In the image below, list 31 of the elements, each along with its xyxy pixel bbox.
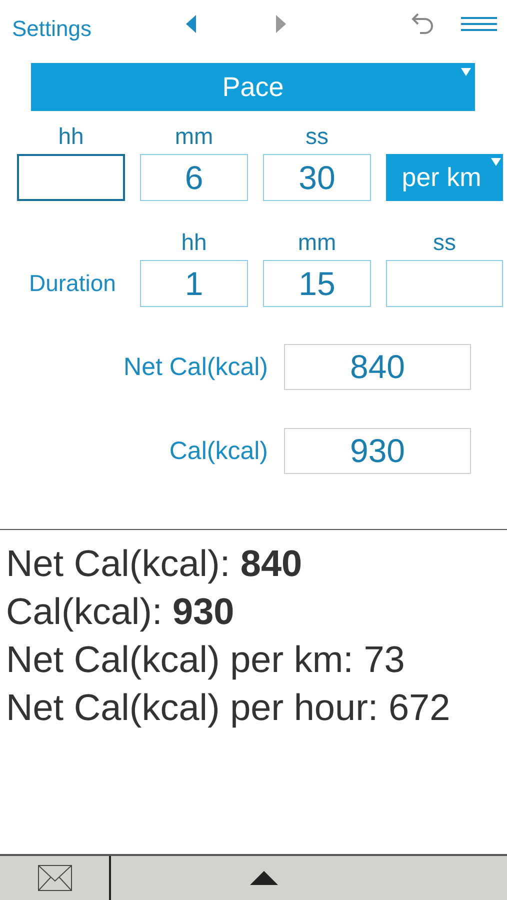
expand-up-icon[interactable] — [250, 871, 278, 885]
input-field[interactable]: 1 — [140, 260, 248, 307]
menu-icon[interactable] — [461, 16, 497, 32]
column-label: hh — [180, 229, 208, 257]
result-line: Net Cal(kcal) per hour: 672 — [6, 686, 452, 730]
column-label: ss — [432, 229, 457, 257]
output-label: Net Cal(kcal) — [122, 352, 268, 382]
output-field: 840 — [284, 344, 471, 390]
result-line: Net Cal(kcal): 840 — [6, 542, 304, 586]
input-field[interactable]: 30 — [263, 154, 371, 201]
input-field[interactable] — [386, 260, 503, 307]
result-line: Net Cal(kcal) per km: 73 — [6, 638, 406, 682]
column-label: hh — [57, 123, 85, 151]
input-field[interactable]: 15 — [263, 260, 371, 307]
previous-icon[interactable] — [186, 15, 196, 33]
input-field[interactable] — [17, 154, 125, 201]
column-label: mm — [174, 123, 214, 151]
settings-link[interactable]: Settings — [12, 16, 92, 42]
mail-icon[interactable] — [38, 865, 72, 891]
dropdown-arrow-icon — [461, 68, 471, 76]
mode-dropdown[interactable]: Pace — [31, 63, 475, 111]
column-label: mm — [296, 229, 338, 257]
undo-icon[interactable] — [411, 13, 435, 35]
result-line: Cal(kcal): 930 — [6, 590, 236, 634]
output-field: 930 — [284, 428, 471, 474]
unit-dropdown[interactable]: per km — [386, 154, 503, 201]
dropdown-arrow-icon — [491, 158, 501, 166]
input-field[interactable]: 6 — [140, 154, 248, 201]
output-label: Cal(kcal) — [168, 436, 268, 466]
duration-label: Duration — [29, 270, 116, 297]
column-label: ss — [304, 123, 330, 151]
